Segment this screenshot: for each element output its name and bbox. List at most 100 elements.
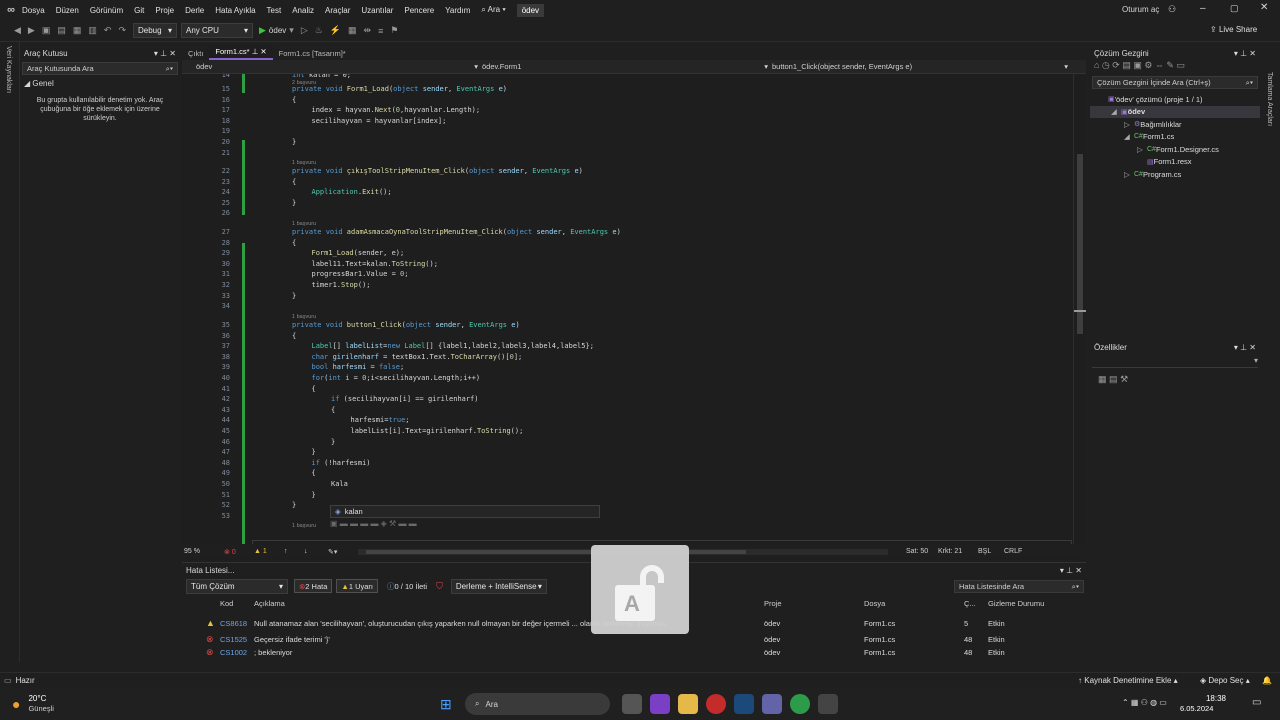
expand-arrow-icon[interactable]: ◢ (1111, 107, 1121, 116)
pin-icon[interactable]: ▾ ⊥ ✕ (1234, 343, 1256, 352)
solution-search-input[interactable]: Çözüm Gezgini İçinde Ara (Ctrl+ş) ⌕▾ (1092, 76, 1258, 89)
expand-arrow-icon[interactable]: ▷ (1137, 145, 1147, 154)
code-line[interactable]: 43 { (182, 405, 1086, 416)
account-icon[interactable]: ⚇ (1168, 4, 1176, 15)
new-file-icon[interactable]: ▣ (42, 25, 51, 36)
column-number[interactable]: Krkt: 21 (938, 548, 978, 555)
menu-git[interactable]: Git (134, 6, 144, 15)
sign-in-link[interactable]: Oturum aç (1122, 5, 1159, 14)
code-line[interactable]: 35 private void button1_Click(object send… (182, 320, 1086, 331)
line-ending[interactable]: CRLF (1004, 548, 1022, 555)
configuration-dropdown[interactable]: Debug ▾ (133, 23, 177, 38)
weather-icon[interactable]: ● (12, 696, 20, 712)
code-line[interactable]: 24 Application.Exit(); (182, 187, 1086, 198)
start-without-debug-icon[interactable]: ▷ (301, 25, 308, 36)
code-line[interactable]: 21 (182, 148, 1086, 159)
file-explorer-icon[interactable] (678, 694, 698, 714)
code-line[interactable]: 19 (182, 126, 1086, 137)
align-icon[interactable]: ⇹ (364, 25, 372, 36)
steam-icon[interactable] (734, 694, 754, 714)
task-view-icon[interactable] (622, 694, 642, 714)
select-repository[interactable]: ◈ Depo Seç ▴ (1200, 676, 1250, 685)
menu-dosya[interactable]: Dosya (22, 6, 45, 15)
code-line[interactable]: 22 private void çıkışToolStripMenuItem_Cl… (182, 166, 1086, 177)
maximize-icon[interactable]: ▢ (1230, 3, 1239, 14)
code-line[interactable]: 39 bool harfesmi = false; (182, 362, 1086, 373)
solution-tree-item[interactable]: ▣ 'ödev' çözümü (proje 1 / 1) (1090, 93, 1260, 106)
undo-icon[interactable]: ↶ (104, 25, 112, 36)
solution-toolbar-icons[interactable]: ⌂ ◷ ⟳ ▤ ▣ ⚙ ⇔ ✎ ▭ (1094, 60, 1185, 70)
menu-test[interactable]: Test (267, 6, 282, 15)
code-line[interactable]: 16 { (182, 95, 1086, 106)
zoom-level[interactable]: 95 % (184, 548, 224, 555)
column-header-description[interactable]: Açıklama (254, 599, 285, 608)
alphabetical-icon[interactable]: ▤ (1109, 374, 1118, 384)
start-debug-label[interactable]: ödev (269, 26, 286, 35)
start-debug-icon[interactable]: ▶ (259, 25, 266, 36)
column-header-file[interactable]: Dosya (864, 599, 885, 608)
code-line[interactable]: 1 başvuru (182, 521, 1086, 532)
code-line[interactable]: 25} (182, 198, 1086, 209)
error-count[interactable]: ⊗ 0 (224, 548, 254, 556)
minimize-icon[interactable]: – (1200, 3, 1206, 14)
solution-tree-item[interactable]: ◢ ▣ ödev (1090, 105, 1260, 118)
taskbar-clock[interactable]: 18:38 (1200, 694, 1226, 704)
solution-tree-item[interactable]: ◢ C# Form1.cs (1090, 131, 1260, 144)
open-folder-icon[interactable]: ▤ (57, 25, 66, 36)
code-line[interactable]: 31 progressBar1.Value = 0; (182, 269, 1086, 280)
code-line[interactable]: 23 { (182, 177, 1086, 188)
notification-center-icon[interactable]: ▭ (1252, 697, 1261, 708)
code-line[interactable]: 47} (182, 447, 1086, 458)
code-line[interactable]: 52} (182, 500, 1086, 511)
code-line[interactable]: 46} (182, 437, 1086, 448)
insert-mode[interactable]: BŞL (978, 548, 1004, 555)
menu-duzen[interactable]: Düzen (56, 6, 79, 15)
menu-derle[interactable]: Derle (185, 6, 204, 15)
tab-form1-design[interactable]: Form1.cs [Tasarım]* (273, 47, 352, 60)
horizontal-scroll-thumb[interactable] (366, 549, 746, 554)
arrow-up-icon[interactable]: ↑ (284, 548, 304, 555)
chevron-down-icon[interactable]: ▾ (289, 25, 294, 36)
arrow-down-icon[interactable]: ↓ (304, 548, 328, 555)
column-header-suppression[interactable]: Gizleme Durumu (988, 599, 1044, 608)
code-line[interactable]: 53 (182, 511, 1086, 522)
global-search[interactable]: ⌕ Ara ▾ (481, 5, 505, 15)
error-list-search-input[interactable]: Hata Listesinde Ara ⌕▾ (954, 580, 1084, 593)
diagnostics-icon[interactable]: ⚡ (330, 25, 341, 36)
code-line[interactable]: 49 { (182, 468, 1086, 479)
code-line[interactable]: 26 (182, 208, 1086, 219)
column-header-column[interactable]: Ç... (964, 599, 976, 608)
menu-proje[interactable]: Proje (155, 6, 174, 15)
add-to-source-control[interactable]: ↑ Kaynak Denetimine Ekle ▴ (1078, 676, 1178, 685)
code-line[interactable]: 15 private void Form1_Load(object sender,… (182, 84, 1086, 95)
class-dropdown[interactable]: ödev.Form1 ▾ (478, 62, 768, 71)
notifications-icon[interactable]: 🔔 (1262, 676, 1272, 685)
expand-arrow-icon[interactable]: ◢ (1124, 132, 1134, 141)
comment-icon[interactable]: ≡ (378, 26, 383, 36)
back-icon[interactable]: ◀ (14, 25, 21, 36)
code-line[interactable]: 50 Kala (182, 479, 1086, 490)
pin-icon[interactable]: ⊥ (252, 47, 259, 56)
editor-vertical-scrollbar[interactable] (1073, 74, 1086, 544)
warnings-filter-button[interactable]: ▲ 1 Uyarı (336, 579, 379, 593)
data-sources-tab[interactable]: Veri Kaynakları (5, 46, 12, 93)
code-line[interactable]: 29 Form1_Load(sender, e); (182, 248, 1086, 259)
close-tab-icon[interactable]: ✕ (260, 47, 266, 56)
teams-icon[interactable] (762, 694, 782, 714)
error-row[interactable]: ⊗ CS1525 Geçersiz ifade terimi '}' ödev Form… (182, 633, 1086, 646)
code-line[interactable]: 40 for(int i = 0;i<secilihayvan.Length;i+… (182, 373, 1086, 384)
code-line[interactable]: 20} (182, 137, 1086, 148)
wrench-icon[interactable]: ⚒ (1120, 374, 1128, 384)
line-number[interactable]: Sat: 50 (906, 548, 938, 555)
build-filter-dropdown[interactable]: Derleme + IntelliSense ▾ (450, 578, 547, 594)
system-tray-icons[interactable]: ⌃ ▦ ⚇ ◍ ▭ (1122, 698, 1167, 707)
menu-uzantilar[interactable]: Uzantılar (361, 6, 393, 15)
visual-studio-taskbar-icon[interactable] (650, 694, 670, 714)
expand-arrow-icon[interactable]: ▷ (1124, 170, 1134, 179)
menu-yardim[interactable]: Yardım (445, 6, 470, 15)
code-line[interactable]: 27 private void adamAsmacaOynaToolStripMe… (182, 227, 1086, 238)
menu-araclar[interactable]: Araçlar (325, 6, 350, 15)
menu-hata-ayikla[interactable]: Hata Ayıkla (215, 6, 255, 15)
code-line[interactable]: 18 secilihayvan = hayvanlar[index]; (182, 116, 1086, 127)
filter-icons[interactable]: ▣ ▬ ▬ ▬ ▬ ◈ ⚒ ▬ ▬ (330, 519, 417, 528)
